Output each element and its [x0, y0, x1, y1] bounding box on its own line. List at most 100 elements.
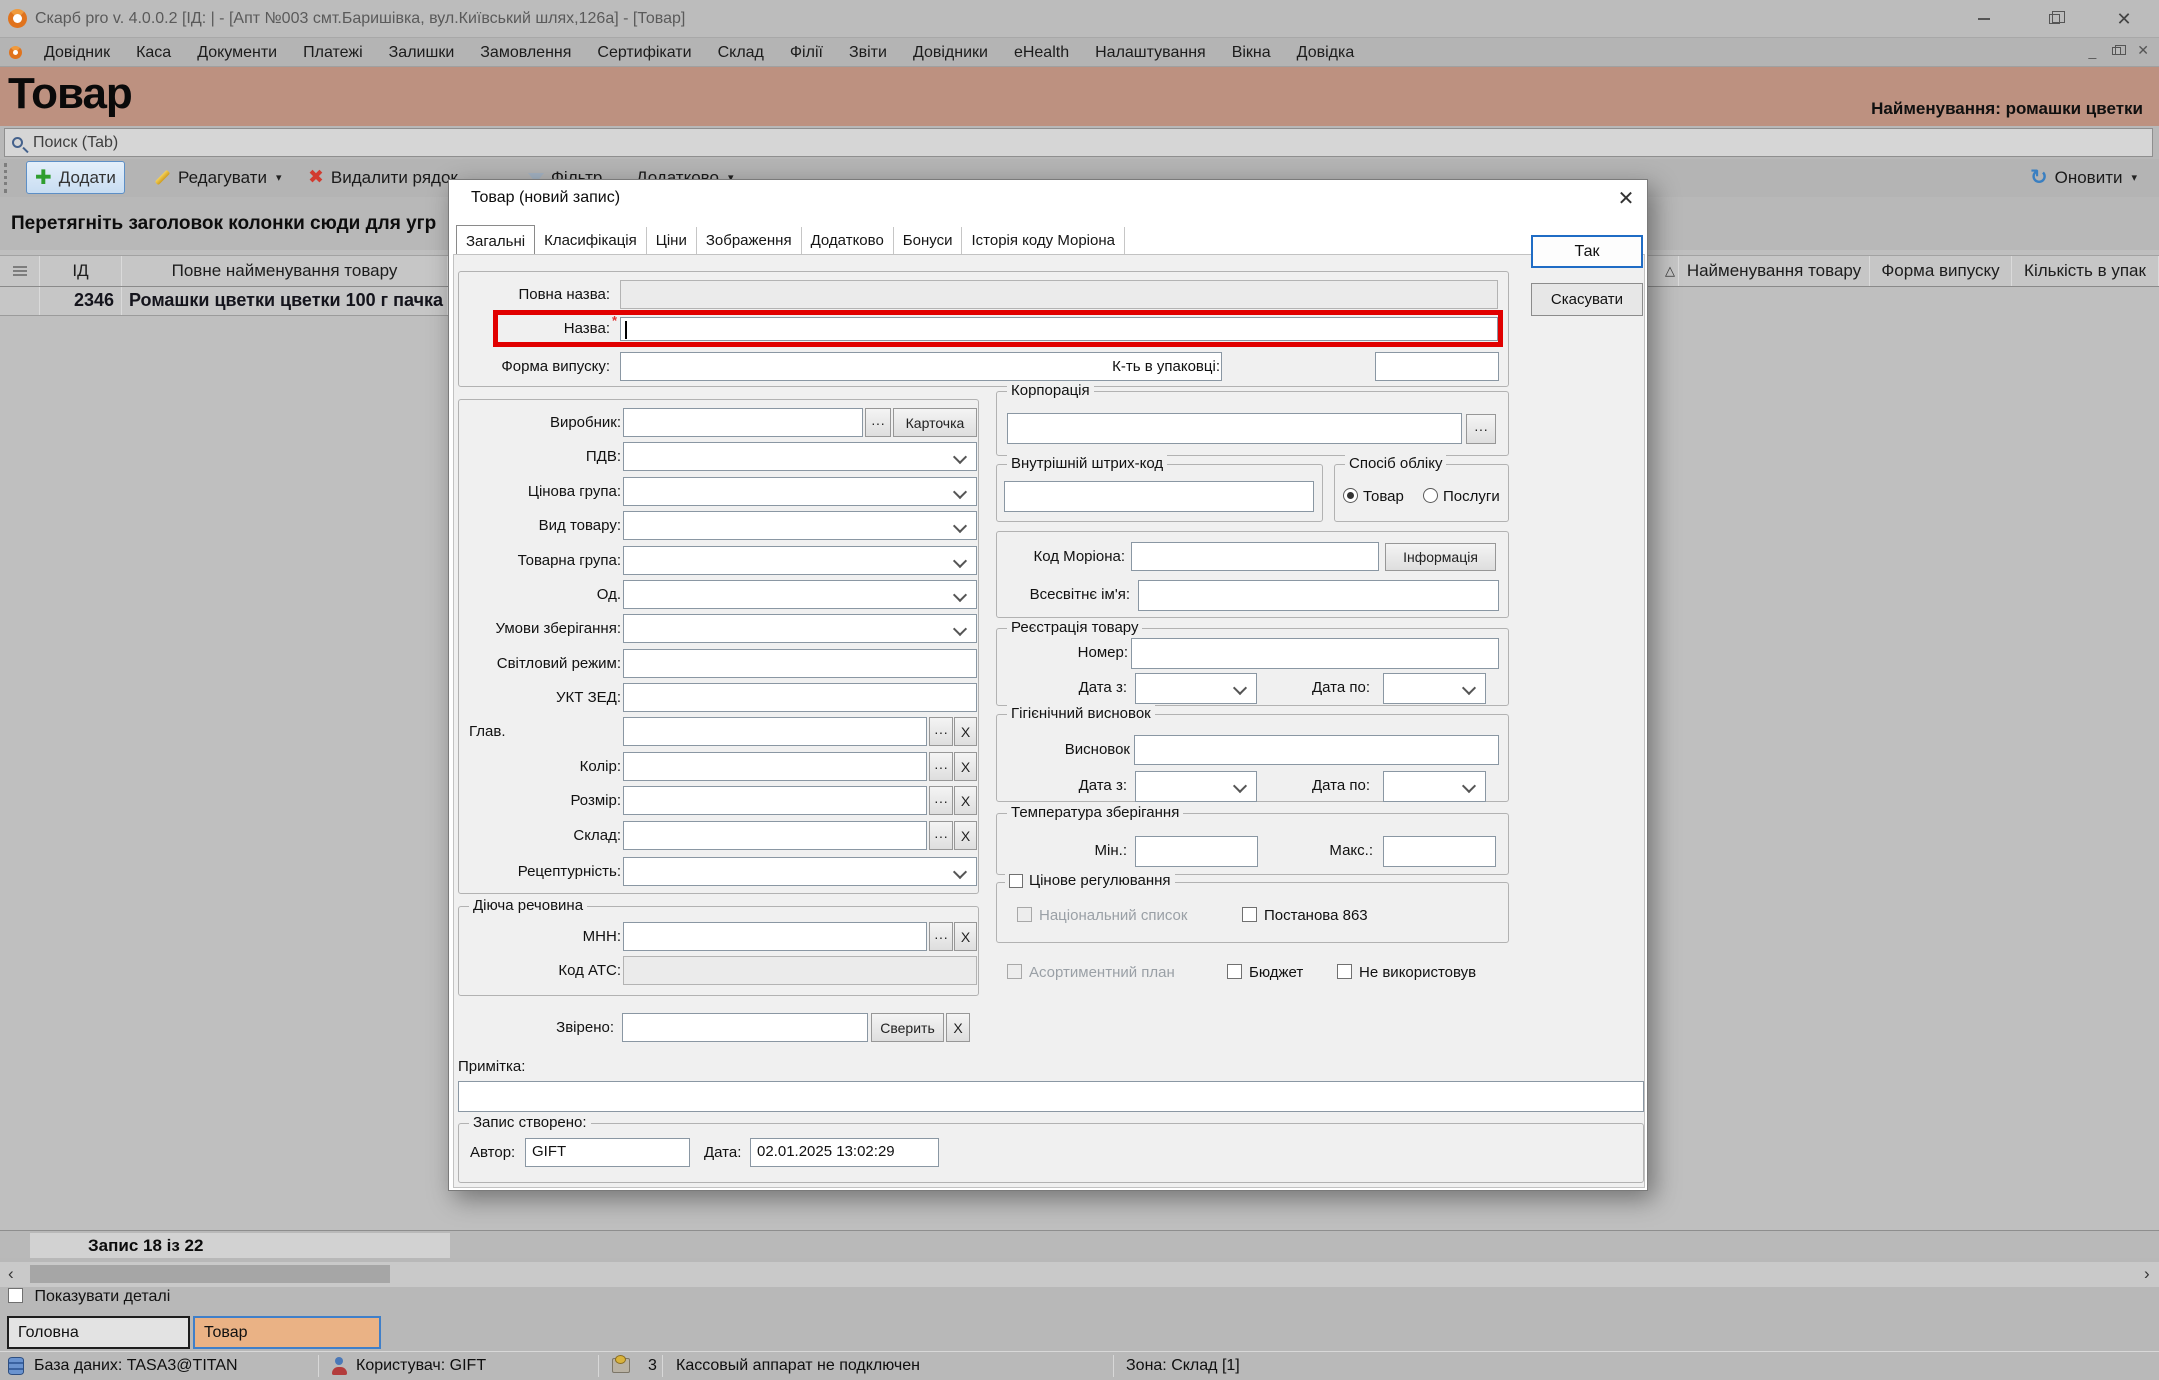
composition-clear-button[interactable]: X [954, 821, 977, 850]
menu-item[interactable]: Каса [123, 38, 184, 67]
prescription-select[interactable] [623, 857, 977, 886]
dialog-tab[interactable]: Додатково [802, 227, 894, 255]
child-close-button[interactable]: ✕ [2137, 42, 2149, 59]
tab-tovar[interactable]: Товар [193, 1316, 381, 1349]
column-header-id[interactable]: ІД [40, 256, 122, 286]
qty-in-pack-input[interactable] [1375, 352, 1499, 381]
mnn-browse-button[interactable]: ··· [929, 922, 953, 951]
hyg-date-to-select[interactable] [1383, 771, 1486, 802]
corporation-browse-button[interactable]: ··· [1466, 414, 1496, 444]
horizontal-scrollbar[interactable]: ‹ › [0, 1262, 2159, 1287]
mnn-clear-button[interactable]: X [954, 922, 977, 951]
composition-input[interactable] [623, 821, 927, 850]
reg-date-from-select[interactable] [1135, 673, 1257, 704]
note-input[interactable] [458, 1081, 1644, 1112]
verified-clear-button[interactable]: X [946, 1013, 970, 1042]
glav-browse-button[interactable]: ··· [929, 717, 953, 746]
child-minimize-button[interactable]: _ [2088, 43, 2096, 59]
column-header-form[interactable]: Форма випуску [1870, 256, 2012, 286]
menu-item[interactable]: Довідник [31, 38, 123, 67]
dialog-tab[interactable]: Класифікація [535, 227, 647, 255]
dialog-tab[interactable]: Історія коду Моріона [962, 227, 1125, 255]
scrollbar-thumb[interactable] [30, 1265, 390, 1283]
not-used-checkbox[interactable] [1337, 964, 1352, 979]
barcode-input[interactable] [1004, 481, 1314, 512]
scroll-left-icon[interactable]: ‹ [8, 1264, 14, 1284]
menu-item[interactable]: Платежі [290, 38, 376, 67]
world-name-input[interactable] [1138, 580, 1499, 611]
price-group-select[interactable] [623, 477, 977, 506]
menu-item[interactable]: Довідка [1284, 38, 1368, 67]
poslugy-radio[interactable] [1423, 488, 1438, 503]
composition-browse-button[interactable]: ··· [929, 821, 953, 850]
decree-863-checkbox[interactable] [1242, 907, 1257, 922]
glav-input[interactable] [623, 717, 927, 746]
row-gutter[interactable] [0, 287, 40, 315]
cancel-button[interactable]: Скасувати [1531, 283, 1643, 316]
scroll-right-icon[interactable]: › [2144, 1264, 2150, 1284]
manufacturer-browse-button[interactable]: ··· [865, 408, 891, 437]
light-mode-input[interactable] [623, 649, 977, 678]
menu-item[interactable]: Склад [705, 38, 777, 67]
morion-code-input[interactable] [1131, 542, 1379, 571]
reg-date-to-select[interactable] [1383, 673, 1486, 704]
close-button[interactable]: ✕ [2089, 0, 2159, 38]
show-details-checkbox[interactable] [8, 1288, 23, 1303]
max-input[interactable] [1383, 836, 1496, 867]
corporation-input[interactable] [1007, 413, 1462, 444]
unit-select[interactable] [623, 580, 977, 609]
tab-home[interactable]: Головна [7, 1316, 190, 1349]
minimize-button[interactable] [1949, 0, 2019, 38]
dialog-tab[interactable]: Ціни [647, 227, 697, 255]
menu-item[interactable]: Звіти [836, 38, 900, 67]
menu-item[interactable]: eHealth [1001, 38, 1082, 67]
hyg-date-from-select[interactable] [1135, 771, 1257, 802]
column-header-qty[interactable]: Кількість в упак [2012, 256, 2159, 286]
min-input[interactable] [1135, 836, 1258, 867]
delete-row-button[interactable]: ✖ Видалити рядок [300, 161, 466, 194]
ok-button[interactable]: Так [1531, 235, 1643, 268]
budget-checkbox[interactable] [1227, 964, 1242, 979]
menu-item[interactable]: Залишки [376, 38, 468, 67]
toolbar-drag-handle[interactable] [4, 163, 7, 193]
dialog-tab[interactable]: Бонуси [894, 227, 963, 255]
storage-conditions-select[interactable] [623, 614, 977, 643]
vat-select[interactable] [623, 442, 977, 471]
information-button[interactable]: Інформація [1385, 543, 1496, 571]
menu-item[interactable]: Вікна [1219, 38, 1284, 67]
verified-input[interactable] [622, 1013, 868, 1042]
name-input[interactable] [620, 317, 1498, 341]
search-input[interactable]: Поиск (Tab) [4, 128, 2153, 157]
cell-full-name[interactable]: Ромашки цветки цветки 100 г пачка [122, 287, 448, 315]
menu-item[interactable]: Сертифікати [584, 38, 704, 67]
verify-button[interactable]: Сверить [871, 1013, 944, 1042]
glav-clear-button[interactable]: X [954, 717, 977, 746]
add-button[interactable]: ✚ Додати [26, 161, 125, 194]
size-browse-button[interactable]: ··· [929, 786, 953, 815]
dialog-close-icon[interactable]: ✕ [1611, 184, 1641, 212]
color-input[interactable] [623, 752, 927, 781]
cell-id[interactable]: 2346 [40, 287, 122, 315]
size-input[interactable] [623, 786, 927, 815]
gutter-header[interactable] [0, 256, 40, 286]
menu-item[interactable]: Довідники [900, 38, 1001, 67]
dialog-tab[interactable]: Загальні [456, 225, 536, 256]
conclusion-input[interactable] [1134, 735, 1499, 765]
menu-item[interactable]: Документи [184, 38, 290, 67]
color-clear-button[interactable]: X [954, 752, 977, 781]
menu-item[interactable]: Налаштування [1082, 38, 1219, 67]
color-browse-button[interactable]: ··· [929, 752, 953, 781]
manufacturer-input[interactable] [623, 408, 863, 437]
table-row[interactable]: 2346 Ромашки цветки цветки 100 г пачка [0, 287, 448, 316]
menu-item[interactable]: Замовлення [467, 38, 584, 67]
tovar-radio[interactable] [1343, 488, 1358, 503]
price-regulation-checkbox[interactable] [1009, 873, 1023, 888]
edit-button[interactable]: Редагувати ▾ [146, 161, 289, 194]
menu-item[interactable]: Філії [777, 38, 836, 67]
number-input[interactable] [1131, 638, 1499, 669]
size-clear-button[interactable]: X [954, 786, 977, 815]
child-restore-button[interactable] [2112, 44, 2127, 55]
mnn-input[interactable] [623, 922, 927, 951]
column-header-full-name[interactable]: Повне найменування товару [122, 256, 448, 286]
restore-button[interactable] [2019, 0, 2089, 38]
